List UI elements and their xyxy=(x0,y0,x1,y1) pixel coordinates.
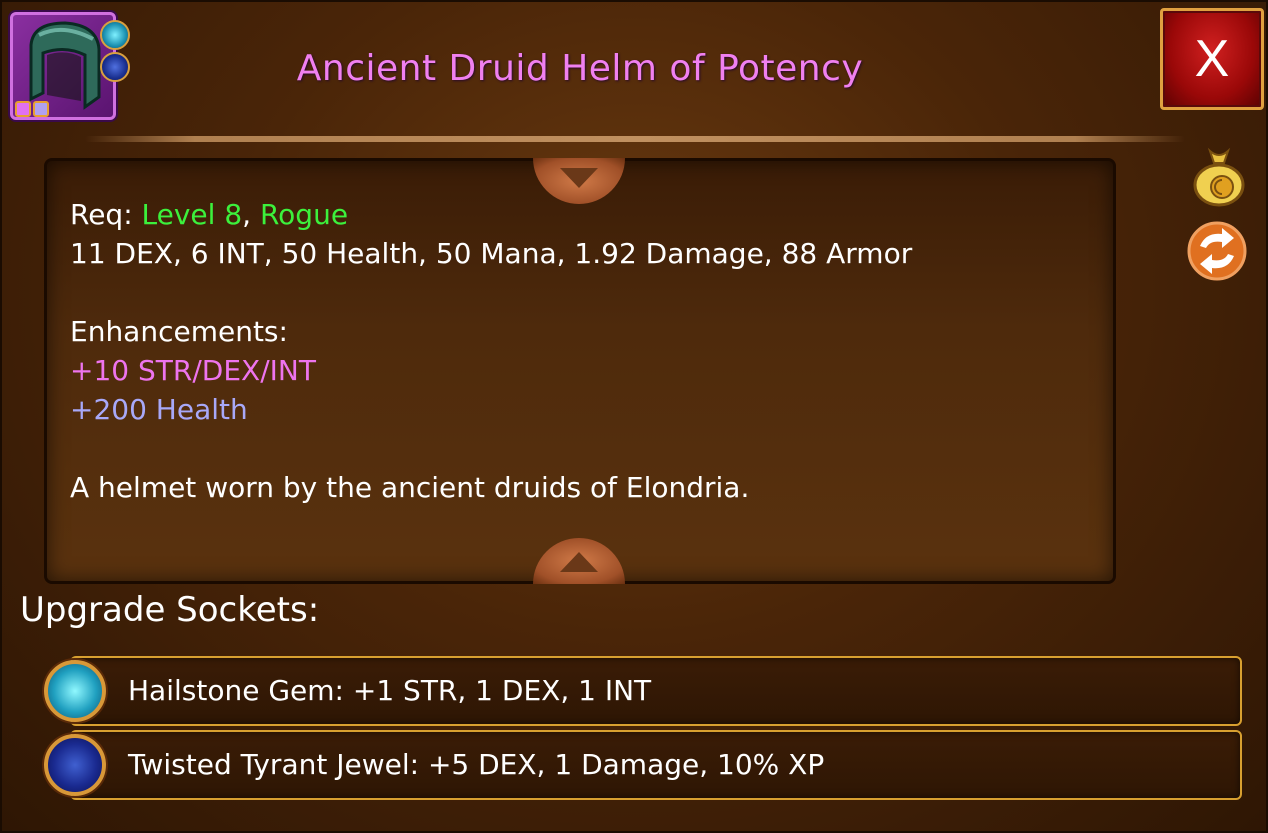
description-text: Req: Level 8, Rogue 11 DEX, 6 INT, 50 He… xyxy=(70,195,1070,507)
rarity-pip xyxy=(33,101,49,117)
gold-bag-icon xyxy=(1193,147,1245,207)
req-label: Req: xyxy=(70,198,142,231)
stats-line: 11 DEX, 6 INT, 50 Health, 50 Mana, 1.92 … xyxy=(70,237,913,270)
sell-button[interactable] xyxy=(1190,145,1248,207)
close-button[interactable]: X xyxy=(1160,8,1264,110)
upgrade-sockets-title: Upgrade Sockets: xyxy=(20,590,320,630)
swap-button[interactable] xyxy=(1186,220,1247,282)
enhancements-label: Enhancements: xyxy=(70,315,288,348)
chevron-up-icon xyxy=(560,552,598,572)
socket-text: Twisted Tyrant Jewel: +5 DEX, 1 Damage, … xyxy=(128,748,825,781)
req-level: Level 8 xyxy=(141,198,243,231)
socket-text: Hailstone Gem: +1 STR, 1 DEX, 1 INT xyxy=(128,674,652,707)
tyrant-jewel-icon xyxy=(100,52,130,82)
enhancement-item: +10 STR/DEX/INT xyxy=(70,354,316,387)
hailstone-gem-icon xyxy=(100,20,130,50)
enhancement-item: +200 Health xyxy=(70,393,248,426)
req-class: Rogue xyxy=(259,198,349,231)
flavor-text: A helmet worn by the ancient druids of E… xyxy=(70,471,750,504)
chevron-down-icon xyxy=(560,168,598,188)
rarity-pip xyxy=(15,101,31,117)
req-separator: , xyxy=(242,198,260,231)
hailstone-gem-icon xyxy=(44,660,106,722)
tyrant-jewel-icon xyxy=(44,734,106,796)
item-title: Ancient Druid Helm of Potency xyxy=(296,48,864,89)
swap-icon xyxy=(1187,221,1247,281)
requirements-line: Req: Level 8, Rogue xyxy=(70,195,1070,234)
divider xyxy=(85,136,1185,142)
